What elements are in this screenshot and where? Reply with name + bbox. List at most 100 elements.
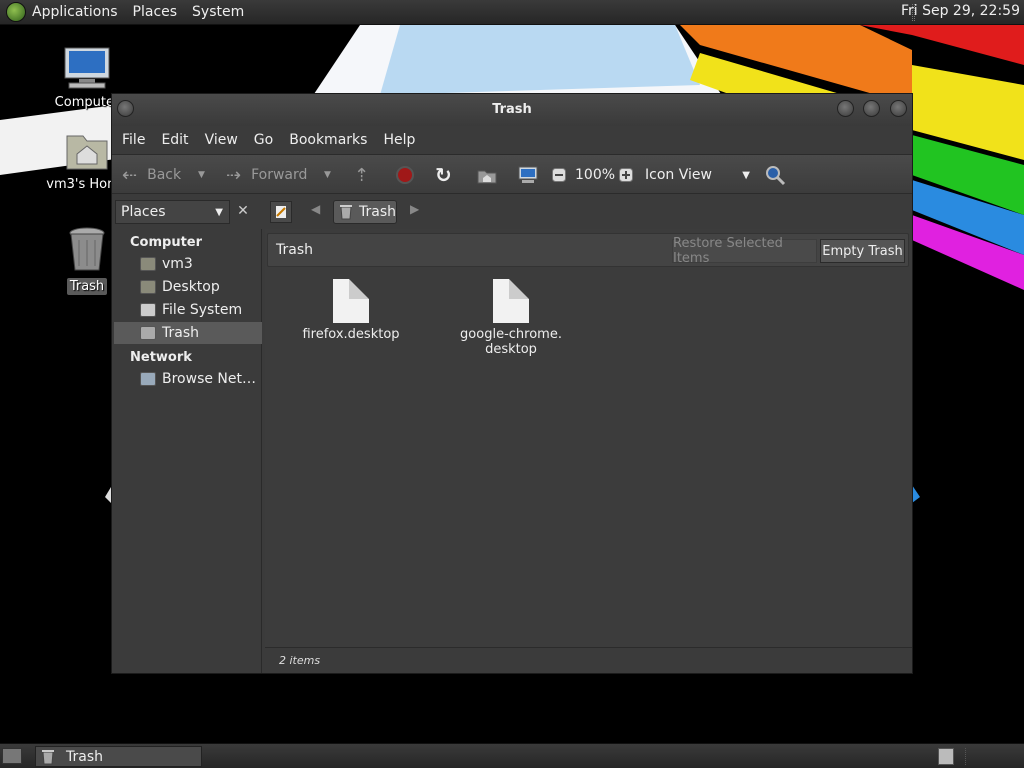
back-button[interactable]: ⇠ Back xyxy=(122,155,181,195)
home-button[interactable] xyxy=(476,155,498,195)
restore-selected-button[interactable]: Restore Selected Items xyxy=(672,236,817,266)
back-arrow-icon: ⇠ xyxy=(122,164,138,186)
crumb-scroll-right-button[interactable]: ▶ xyxy=(410,202,419,216)
edit-location-button[interactable] xyxy=(270,201,292,223)
menu-help[interactable]: Help xyxy=(383,132,415,148)
file-name: google-chrome. xyxy=(460,327,562,342)
applications-menu[interactable]: Applications xyxy=(32,4,127,20)
menu-view[interactable]: View xyxy=(205,132,238,148)
menu-file[interactable]: File xyxy=(122,132,145,148)
sidebar-header-network: Network xyxy=(130,350,192,365)
trash-icon xyxy=(42,749,54,764)
sidebar-item-label: Trash xyxy=(162,325,199,341)
zoom-out-icon xyxy=(552,168,566,182)
file-name-line2: desktop xyxy=(485,342,537,357)
home-icon xyxy=(477,170,497,184)
top-menu: Applications Places System xyxy=(0,0,253,25)
breadcrumb-label: Trash xyxy=(359,204,396,220)
computer-icon xyxy=(518,166,538,183)
menubar: File Edit View Go Bookmarks Help xyxy=(112,126,912,154)
zoom-in-icon xyxy=(619,168,633,182)
sidebar-type-label: Places xyxy=(121,204,166,220)
file-manager-window[interactable]: Trash File Edit View Go Bookmarks Help ⇠… xyxy=(111,93,913,674)
home-folder-icon xyxy=(66,135,108,170)
distro-logo-icon[interactable] xyxy=(6,2,26,22)
sidebar-type-select[interactable]: Places ▼ xyxy=(115,200,230,224)
minimize-button[interactable] xyxy=(837,100,854,117)
show-desktop-button[interactable] xyxy=(2,748,22,764)
file-name: firefox.desktop xyxy=(302,327,400,342)
chevron-down-icon: ▼ xyxy=(215,206,223,218)
back-label: Back xyxy=(147,167,182,183)
location-bar: Places ▼ ✕ ◀ Trash ▶ xyxy=(112,194,912,228)
sidebar-item-trash[interactable]: Trash xyxy=(114,322,262,344)
zoom-out-button[interactable] xyxy=(552,155,566,195)
forward-label: Forward xyxy=(251,167,308,183)
menu-bookmarks[interactable]: Bookmarks xyxy=(289,132,367,148)
maximize-button[interactable] xyxy=(863,100,880,117)
file-item[interactable]: firefox.desktop xyxy=(296,279,406,342)
window-title: Trash xyxy=(492,102,532,117)
system-menu[interactable]: System xyxy=(192,4,253,20)
sidebar-item-vm3[interactable]: vm3 xyxy=(114,253,262,275)
home-folder-icon xyxy=(140,257,156,271)
computer-icon xyxy=(64,47,110,89)
search-button[interactable] xyxy=(764,155,786,195)
view-mode-label: Icon View xyxy=(645,167,712,183)
workspace-1[interactable] xyxy=(938,748,954,765)
clock[interactable]: Fri Sep 29, 22:59 xyxy=(901,3,1020,19)
stop-button[interactable] xyxy=(395,155,415,195)
desktop-icon-label: Trash xyxy=(66,278,108,295)
reload-button[interactable]: ↻ xyxy=(435,155,452,195)
taskbar-button-trash[interactable]: Trash xyxy=(35,746,202,767)
sidebar-item-label: Desktop xyxy=(162,279,220,295)
sidebar: Computer vm3 Desktop File System Trash N… xyxy=(114,229,262,673)
toolbar: ⇠ Back ▼ ⇢ Forward ▼ ⇡ ↻ 100% Icon View … xyxy=(112,154,912,194)
taskbar-label: Trash xyxy=(66,748,103,765)
status-bar: 2 items xyxy=(265,647,912,673)
text-file-icon xyxy=(333,279,369,323)
workspace-2[interactable] xyxy=(965,748,981,765)
zoom-level[interactable]: 100% xyxy=(575,155,615,195)
places-menu[interactable]: Places xyxy=(133,4,187,20)
up-button[interactable]: ⇡ xyxy=(354,155,369,195)
bottom-panel: Trash xyxy=(0,743,1024,768)
back-history-dropdown[interactable]: ▼ xyxy=(198,155,205,195)
computer-button[interactable] xyxy=(517,155,539,195)
breadcrumb-trash[interactable]: Trash xyxy=(333,200,397,224)
sidebar-item-browse-network[interactable]: Browse Net… xyxy=(114,368,262,390)
text-file-icon xyxy=(493,279,529,323)
crumb-scroll-left-button[interactable]: ◀ xyxy=(311,202,320,216)
sidebar-item-desktop[interactable]: Desktop xyxy=(114,276,262,298)
network-icon xyxy=(140,372,156,386)
trash-icon xyxy=(140,326,156,340)
desktop-folder-icon xyxy=(140,280,156,294)
sidebar-item-label: vm3 xyxy=(162,256,193,272)
view-mode-select[interactable]: Icon View ▼ xyxy=(645,155,750,195)
forward-arrow-icon: ⇢ xyxy=(226,164,242,186)
trash-icon xyxy=(340,205,352,220)
empty-trash-button[interactable]: Empty Trash xyxy=(820,239,905,263)
forward-button[interactable]: ⇢ Forward xyxy=(226,155,307,195)
stop-icon xyxy=(396,166,414,184)
trash-icon xyxy=(69,227,105,271)
sidebar-item-filesystem[interactable]: File System xyxy=(114,299,262,321)
drive-icon xyxy=(140,303,156,317)
pencil-icon xyxy=(276,206,286,218)
zoom-in-button[interactable] xyxy=(619,155,633,195)
search-icon xyxy=(766,166,786,186)
trash-bar-title: Trash xyxy=(276,242,313,258)
chevron-down-icon: ▼ xyxy=(742,169,750,181)
forward-history-dropdown[interactable]: ▼ xyxy=(324,155,331,195)
window-titlebar[interactable]: Trash xyxy=(112,94,912,126)
close-button[interactable] xyxy=(890,100,907,117)
file-item[interactable]: google-chrome. desktop xyxy=(456,279,566,357)
menu-edit[interactable]: Edit xyxy=(161,132,188,148)
trash-info-bar: Trash Restore Selected Items Empty Trash xyxy=(267,233,909,267)
sidebar-header-computer: Computer xyxy=(130,235,203,250)
top-panel: Applications Places System Fri Sep 29, 2… xyxy=(0,0,1024,25)
menu-go[interactable]: Go xyxy=(254,132,273,148)
sidebar-item-label: Browse Net… xyxy=(162,371,257,387)
close-sidebar-button[interactable]: ✕ xyxy=(234,202,252,220)
file-view[interactable]: Trash Restore Selected Items Empty Trash… xyxy=(265,229,912,673)
